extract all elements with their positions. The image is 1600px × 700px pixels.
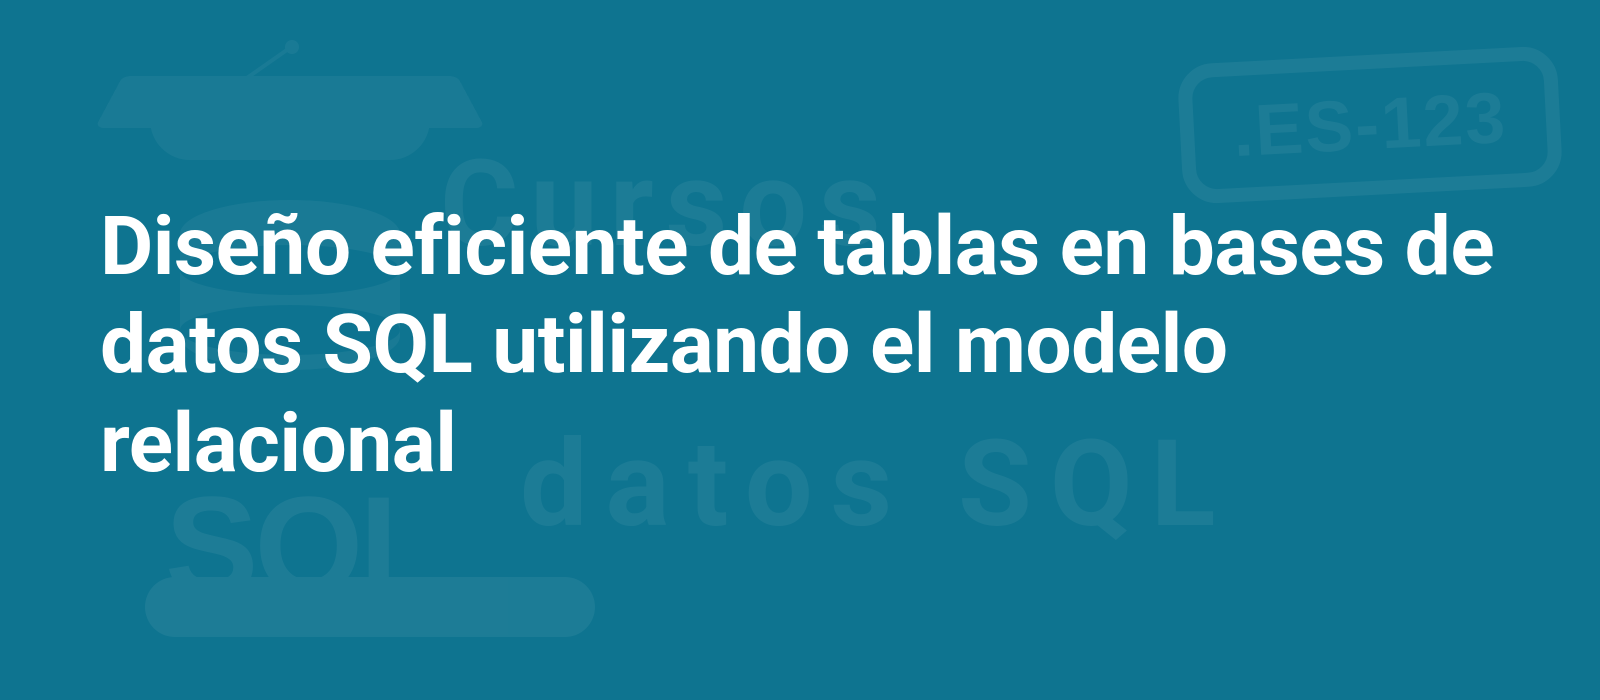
watermark-badge: .ES-123	[1177, 45, 1564, 205]
page-title: Diseño eficiente de tablas en bases de d…	[100, 198, 1520, 493]
watermark-badge-text: .ES-123	[1231, 77, 1509, 173]
